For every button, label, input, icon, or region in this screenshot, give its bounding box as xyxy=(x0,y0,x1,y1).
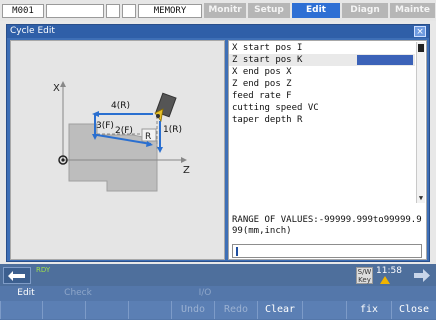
softkey-8[interactable] xyxy=(302,301,346,319)
tab-edit[interactable]: Edit xyxy=(292,3,340,18)
input-cursor xyxy=(236,247,238,256)
tab-monitor[interactable]: Monitr xyxy=(204,3,246,18)
clear-button[interactable]: Clear xyxy=(257,301,302,319)
path-2f-label: 2(F) xyxy=(115,126,133,136)
top-bar: M001 MEMORY Monitr Setup Edit Diagn Main… xyxy=(0,0,436,21)
tab-maintenance[interactable]: Mainte xyxy=(390,3,435,18)
parameter-list: X start pos I Z start pos K X end pos X … xyxy=(229,42,415,126)
window-title: Cycle Edit xyxy=(10,26,55,36)
path-4r-label: 4(R) xyxy=(111,101,130,111)
path-1r-label: 1(R) xyxy=(163,125,182,135)
cutting-tool-icon xyxy=(154,92,177,122)
scroll-down-icon[interactable]: ▼ xyxy=(417,194,425,202)
parameter-scrollbar[interactable]: ▼ xyxy=(416,42,425,203)
z-axis-label: Z xyxy=(183,165,190,176)
z-axis-arrow-icon xyxy=(181,157,187,163)
param-row-z-end[interactable]: Z end pos Z xyxy=(229,78,415,90)
param-row-z-start[interactable]: Z start pos K xyxy=(229,54,415,66)
param-row-x-end[interactable]: X end pos X xyxy=(229,66,415,78)
status-cell-1 xyxy=(46,4,104,18)
status-cell-3 xyxy=(122,4,136,18)
clock-display: 11:58 xyxy=(376,266,402,276)
fix-button[interactable]: fix xyxy=(346,301,391,319)
parameter-pane: X start pos I Z start pos K X end pos X … xyxy=(228,40,427,260)
mode-indicator: MEMORY xyxy=(138,4,202,18)
softkey-group-check[interactable]: Check xyxy=(58,286,98,300)
cycle-diagram: X Z R 4(R) 3(F) 2(F) 1(R) xyxy=(53,81,190,192)
window-title-bar: Cycle Edit × xyxy=(7,25,429,38)
cycle-diagram-pane: X Z R 4(R) 3(F) 2(F) 1(R) xyxy=(10,40,225,260)
program-number: M001 xyxy=(2,4,44,18)
cycle-edit-window: Cycle Edit × X Z R 4(R) 3(F) 2(F) 1(R) X… xyxy=(6,24,430,262)
status-strip: RDY S/W Key 11:58 xyxy=(0,264,436,286)
softkey-group-edit[interactable]: Edit xyxy=(6,286,46,300)
close-button[interactable]: Close xyxy=(391,301,436,319)
return-arrow-icon xyxy=(8,271,25,281)
scroll-up-icon[interactable] xyxy=(418,44,424,52)
path-3f-label: 3(F) xyxy=(96,121,114,131)
ready-indicator: RDY xyxy=(36,266,51,274)
softkey-1[interactable] xyxy=(0,301,42,319)
home-button[interactable] xyxy=(3,267,31,284)
param-row-x-start[interactable]: X start pos I xyxy=(229,42,415,54)
param-row-taper-depth[interactable]: taper depth R xyxy=(229,114,415,126)
undo-button[interactable]: Undo xyxy=(171,301,214,319)
tab-setup[interactable]: Setup xyxy=(248,3,290,18)
close-icon[interactable]: × xyxy=(414,26,426,37)
softkey-group-io[interactable]: I/O xyxy=(185,286,225,300)
software-key-button[interactable]: S/W Key xyxy=(356,267,373,284)
warning-icon xyxy=(380,276,390,284)
next-page-arrow-icon[interactable] xyxy=(412,268,432,283)
softkey-3[interactable] xyxy=(85,301,128,319)
softkey-2[interactable] xyxy=(42,301,85,319)
param-row-feed-rate[interactable]: feed rate F xyxy=(229,90,415,102)
tab-diagnosis[interactable]: Diagn xyxy=(342,3,388,18)
redo-button[interactable]: Redo xyxy=(214,301,257,319)
param-row-cutting-speed[interactable]: cutting speed VC xyxy=(229,102,415,114)
x-axis-label: X xyxy=(53,83,60,94)
softkey-bar: Edit Check I/O Undo Redo Clear fix Close xyxy=(0,286,436,320)
softkey-4[interactable] xyxy=(128,301,171,319)
value-input-field[interactable] xyxy=(232,244,422,258)
range-of-values-text: RANGE OF VALUES:-99999.999to99999.999(mm… xyxy=(232,215,422,236)
z-start-value-field[interactable] xyxy=(357,55,413,65)
x-axis-arrow-icon xyxy=(60,81,66,87)
taper-depth-label: R xyxy=(145,132,151,142)
status-cell-2 xyxy=(106,4,120,18)
